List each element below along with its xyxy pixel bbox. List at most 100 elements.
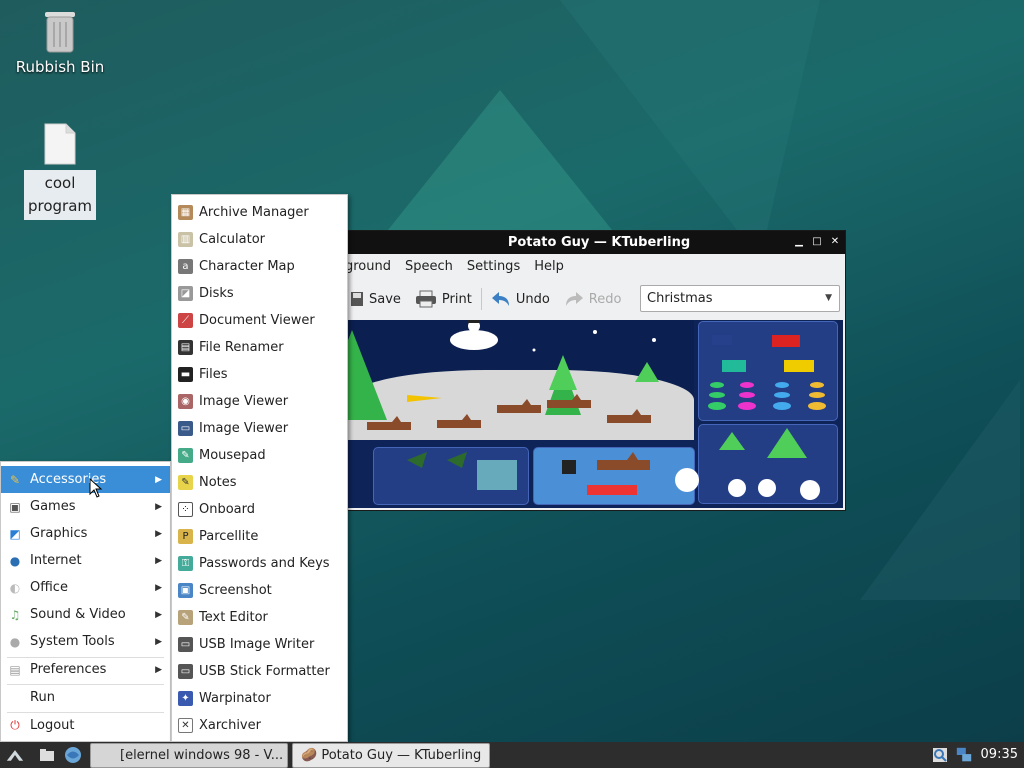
run-icon-placeholder [7,690,23,706]
menu-item-label: Preferences [30,662,107,677]
desktop-icon-label: cool program [24,170,96,220]
accessories-icon: ✎ [9,472,21,487]
menu-item-label: Games [30,499,76,514]
clock[interactable]: 09:35 [981,742,1018,768]
wallpaper-shape [560,0,820,260]
submenu-item-label: Calculator [199,232,266,247]
submenu-item-label: Notes [199,475,237,490]
submenu-item-label: Warpinator [199,691,271,706]
playground-area[interactable] [347,320,843,508]
submenu-item-image-viewer-1[interactable]: ◉ Image Viewer [172,388,347,415]
usb-stick-formatter-icon: ▭ [178,664,193,679]
games-icon: ▣ [9,499,21,514]
menu-help[interactable]: Help [527,255,571,279]
undo-label: Undo [515,291,550,307]
submenu-item-warpinator[interactable]: ✦ Warpinator [172,685,347,712]
submenu-item-mousepad[interactable]: ✎ Mousepad [172,442,347,469]
submenu-item-label: Archive Manager [199,205,309,220]
submenu-item-document-viewer[interactable]: ⟋ Document Viewer [172,307,347,334]
taskbar-task-ktuberling[interactable]: 🥔 Potato Guy — KTuberling [292,743,490,768]
warpinator-icon: ✦ [178,691,193,706]
parcellite-icon: P [178,529,193,544]
chevron-right-icon: ▶ [155,582,162,593]
text-editor-icon: ✎ [178,610,193,625]
submenu-item-calculator[interactable]: ▥ Calculator [172,226,347,253]
file-manager-icon[interactable] [38,746,56,764]
redo-label: Redo [588,291,622,307]
print-label: Print [441,291,472,307]
taskbar-task-windows98[interactable]: [elernel windows 98 - V... [90,743,288,768]
desktop-icon-rubbish-bin[interactable]: Rubbish Bin [8,10,112,76]
menu-item-accessories[interactable]: ✎ Accessories ▶ [1,466,170,493]
files-icon: ▬ [178,367,193,382]
theme-select[interactable]: Christmas ▼ [640,285,840,312]
submenu-item-label: Parcellite [199,529,259,544]
image-viewer-icon: ◉ [178,394,193,409]
menu-item-sound-video[interactable]: ♫ Sound & Video ▶ [1,601,170,628]
submenu-item-label: Screenshot [199,583,272,598]
chevron-right-icon: ▶ [155,528,162,539]
taskbar: [elernel windows 98 - V... 🥔 Potato Guy … [0,742,1024,768]
save-button[interactable]: Save [343,285,408,313]
menu-item-games[interactable]: ▣ Games ▶ [1,493,170,520]
character-map-icon: a [178,259,193,274]
undo-button[interactable]: Undo [484,285,557,313]
save-label: Save [369,291,401,307]
start-menu-icon[interactable] [6,746,24,764]
internet-icon: ● [9,553,21,568]
submenu-item-character-map[interactable]: a Character Map [172,253,347,280]
submenu-item-label: USB Stick Formatter [199,664,330,679]
toolbar-separator [480,288,482,310]
close-button[interactable]: ✕ [829,234,841,250]
redo-button[interactable]: Redo [557,285,629,313]
theme-select-value: Christmas [647,291,713,306]
minimize-button[interactable]: ▁ [793,234,805,250]
submenu-item-passwords-and-keys[interactable]: ⚿ Passwords and Keys [172,550,347,577]
submenu-item-archive-manager[interactable]: ▦ Archive Manager [172,199,347,226]
submenu-item-label: Passwords and Keys [199,556,330,571]
window-title: Potato Guy — KTuberling [507,235,691,250]
submenu-item-disks[interactable]: ◪ Disks [172,280,347,307]
printer-icon [415,290,436,308]
submenu-item-parcellite[interactable]: P Parcellite [172,523,347,550]
web-browser-icon[interactable] [64,746,82,764]
clipboard-tray-icon[interactable] [931,746,949,764]
submenu-item-file-renamer[interactable]: ▤ File Renamer [172,334,347,361]
window-titlebar[interactable]: Potato Guy — KTuberling ▁ □ ✕ [343,231,845,254]
submenu-item-notes[interactable]: ✎ Notes [172,469,347,496]
submenu-item-xarchiver[interactable]: ✕ Xarchiver [172,712,347,739]
menu-item-label: System Tools [30,634,115,649]
desktop-icon-label: Rubbish Bin [15,58,105,76]
menu-speech[interactable]: Speech [398,255,460,279]
menu-item-run[interactable]: Run [1,684,170,711]
menu-item-graphics[interactable]: ◩ Graphics ▶ [1,520,170,547]
document-viewer-icon: ⟋ [178,313,193,328]
submenu-item-image-viewer-2[interactable]: ▭ Image Viewer [172,415,347,442]
ktuberling-window[interactable]: Potato Guy — KTuberling ▁ □ ✕ ground Spe… [342,230,846,511]
undo-icon [491,292,509,306]
sound-video-icon: ♫ [9,607,21,622]
chevron-right-icon: ▶ [155,636,162,647]
submenu-item-usb-image-writer[interactable]: ▭ USB Image Writer [172,631,347,658]
menu-item-logout[interactable]: ⏻ Logout [1,712,170,739]
menu-item-preferences[interactable]: ▤ Preferences ▶ [1,656,170,683]
archive-manager-icon: ▦ [178,205,193,220]
submenu-item-screenshot[interactable]: ▣ Screenshot [172,577,347,604]
submenu-item-text-editor[interactable]: ✎ Text Editor [172,604,347,631]
submenu-item-files[interactable]: ▬ Files [172,361,347,388]
network-tray-icon[interactable] [955,746,973,764]
menu-item-internet[interactable]: ● Internet ▶ [1,547,170,574]
desktop-icon-cool-program[interactable]: cool program [24,122,96,220]
menu-background[interactable]: ground [343,255,398,279]
logout-icon: ⏻ [10,718,20,732]
submenu-item-usb-stick-formatter[interactable]: ▭ USB Stick Formatter [172,658,347,685]
menu-settings[interactable]: Settings [460,255,527,279]
maximize-button[interactable]: □ [811,234,823,250]
disks-icon: ◪ [178,286,193,301]
onboard-icon: ⁘ [178,502,193,517]
print-button[interactable]: Print [408,285,479,313]
menu-item-office[interactable]: ◐ Office ▶ [1,574,170,601]
menu-item-system-tools[interactable]: ● System Tools ▶ [1,628,170,655]
submenu-item-onboard[interactable]: ⁘ Onboard [172,496,347,523]
calculator-icon: ▥ [178,232,193,247]
